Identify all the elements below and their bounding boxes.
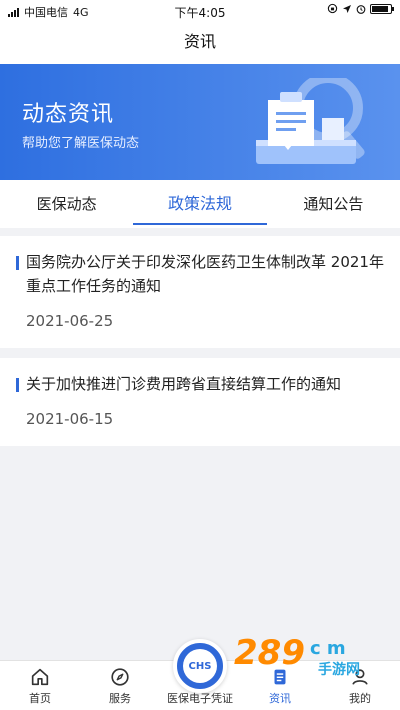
page-title: 资讯 xyxy=(0,22,400,64)
article-title: 关于加快推进门诊费用跨省直接结算工作的通知 xyxy=(26,375,342,393)
article-date: 2021-06-25 xyxy=(26,312,114,330)
article-list: 国务院办公厅关于印发深化医药卫生体制改革 2021年重点工作任务的通知 2021… xyxy=(0,236,400,456)
tab-label: 医保动态 xyxy=(36,195,97,213)
tab-label: 政策法规 xyxy=(167,194,232,213)
insurance-card-button[interactable]: CHS xyxy=(173,639,227,693)
tabbar-label: 我的 xyxy=(349,692,371,705)
site-watermark: 289 c m 手游网 xyxy=(234,633,360,678)
news-banner: 动态资讯 帮助您了解医保动态 xyxy=(0,64,400,180)
tabbar-label: 资讯 xyxy=(269,692,291,705)
banner-subtitle: 帮助您了解医保动态 xyxy=(22,136,140,151)
tabbar-label: 服务 xyxy=(109,692,131,705)
article-card[interactable]: 关于加快推进门诊费用跨省直接结算工作的通知 2021-06-15 xyxy=(0,358,400,446)
status-right xyxy=(327,3,394,14)
article-title: 国务院办公厅关于印发深化医药卫生体制改革 2021年重点工作任务的通知 xyxy=(26,253,384,295)
watermark-site: 手游网 xyxy=(318,661,360,678)
battery-fill xyxy=(372,5,389,12)
home-icon xyxy=(31,668,49,686)
article-card[interactable]: 国务院办公厅关于印发深化医药卫生体制改革 2021年重点工作任务的通知 2021… xyxy=(0,236,400,348)
watermark-suffix: c m xyxy=(310,638,346,659)
rotation-lock-icon xyxy=(327,3,338,14)
location-icon xyxy=(343,4,351,13)
status-bar: 中国电信 4G 下午4:05 xyxy=(0,0,400,22)
news-tabs: 医保动态 政策法规 通知公告 xyxy=(0,180,400,228)
tabbar-home[interactable]: 首页 xyxy=(0,661,80,710)
alarm-icon xyxy=(356,4,366,14)
banner-title: 动态资讯 xyxy=(22,102,115,127)
article-date: 2021-06-15 xyxy=(26,410,114,428)
battery-icon xyxy=(370,3,394,14)
tab-label: 通知公告 xyxy=(303,195,364,213)
tabbar-insurance-card[interactable]: CHS 医保电子凭证 xyxy=(160,639,240,710)
compass-icon xyxy=(111,668,129,686)
tab-policy-regulations[interactable]: 政策法规 xyxy=(133,180,267,228)
tab-notices[interactable]: 通知公告 xyxy=(267,180,400,228)
watermark-brand: 289 xyxy=(234,633,305,673)
tabbar-label: 首页 xyxy=(29,692,51,705)
tab-insurance-news[interactable]: 医保动态 xyxy=(0,180,133,228)
chs-logo-icon: CHS xyxy=(183,649,217,683)
document-search-illustration xyxy=(256,78,365,164)
tabbar-service[interactable]: 服务 xyxy=(80,661,160,710)
